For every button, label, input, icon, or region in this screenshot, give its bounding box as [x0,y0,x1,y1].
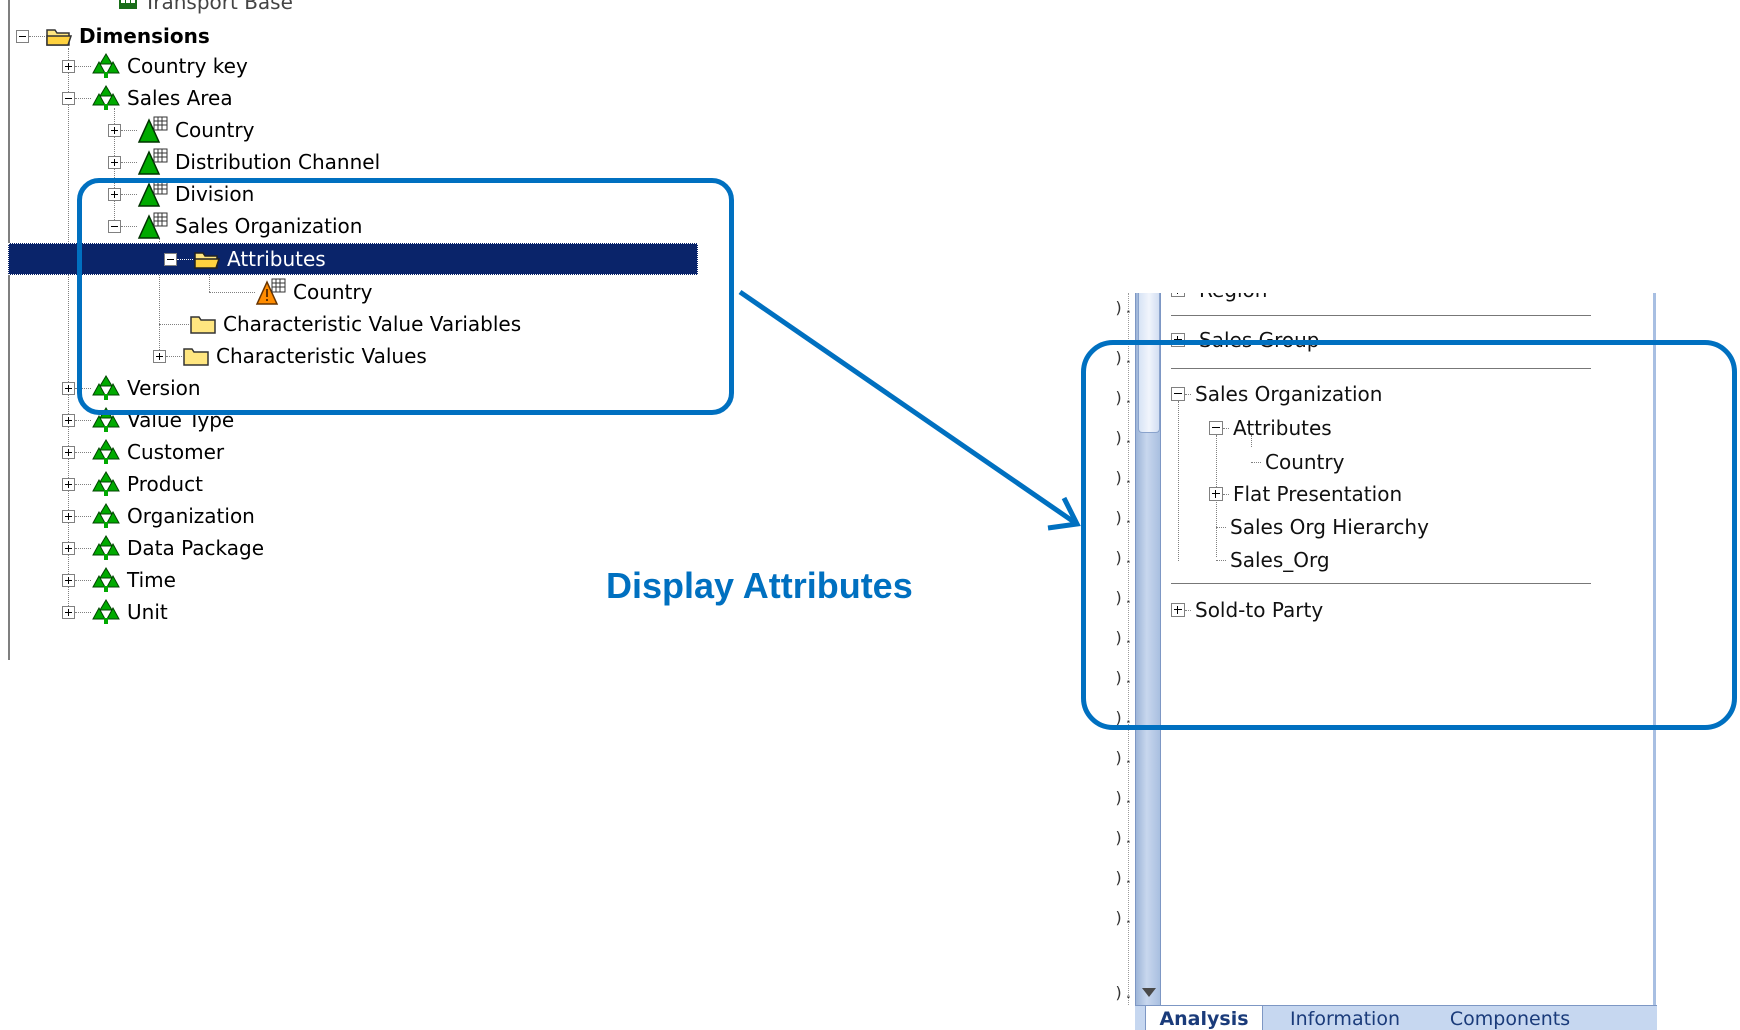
gutter-mark: ). [1114,983,1134,1002]
arrow-head-icon [1047,496,1081,531]
dimension-icon [91,503,121,529]
gutter-mark: ). [1114,828,1134,847]
tree-row-partial: Transport Base [118,0,293,18]
key-figure-icon [118,0,138,10]
expand-icon[interactable] [62,381,75,395]
characteristic-icon [137,148,169,176]
tree-node-sales-area[interactable]: Sales Area [62,82,233,114]
tree-node-product[interactable]: Product [62,468,203,500]
collapse-icon[interactable] [62,91,75,105]
tree-node-region-partial[interactable]: Region [1171,293,1267,305]
expand-icon[interactable] [62,605,75,619]
dimension-icon [91,53,121,79]
expand-icon[interactable] [1171,293,1185,297]
gutter-mark: ). [1114,298,1134,317]
tree-node-country-key[interactable]: Country key [62,50,248,82]
tree-node-customer[interactable]: Customer [62,436,224,468]
tab-analysis[interactable]: Analysis [1145,1006,1263,1030]
dimension-icon [91,471,121,497]
dimension-icon [91,85,121,111]
collapse-icon[interactable] [16,29,29,43]
dimension-icon [91,439,121,465]
tree-label: Country key [127,54,248,78]
expand-icon[interactable] [108,155,121,169]
tree-node-unit[interactable]: Unit [62,596,168,628]
dimension-icon [91,599,121,625]
tree-label: Product [127,472,203,496]
tree-label: Time [127,568,176,592]
tree-label: Transport Base [144,0,293,14]
characteristic-icon [137,116,169,144]
tree-label: Region [1199,293,1267,302]
expand-icon[interactable] [62,413,75,427]
tab-information[interactable]: Information [1275,1006,1415,1030]
tree-node-country[interactable]: Country [108,114,254,146]
dimension-icon [91,567,121,593]
tree-label: Distribution Channel [175,150,381,174]
callout-highlight-left [77,178,734,415]
gutter-mark: ). [1114,748,1134,767]
tree-node-distribution-channel[interactable]: Distribution Channel [108,146,380,178]
callout-highlight-right [1081,340,1737,730]
dimension-icon [91,535,121,561]
tree-label: Customer [127,440,225,464]
tree-label: Unit [127,600,168,624]
gutter-mark: ). [1114,908,1134,927]
tree-node-time[interactable]: Time [62,564,176,596]
gutter-mark: ). [1114,788,1134,807]
tab-components[interactable]: Components [1435,1006,1585,1030]
panel-tab-bar: Analysis Information Components [1135,1005,1657,1030]
expand-icon[interactable] [62,541,75,555]
expand-icon[interactable] [62,509,75,523]
tree-label: Sales Area [127,86,233,110]
open-folder-icon [45,25,73,47]
tree-frame-border [8,0,10,660]
tree-label: Dimensions [79,24,210,48]
gutter-mark: ). [1114,868,1134,887]
caption: Display Attributes [606,565,913,606]
expand-icon[interactable] [62,477,75,491]
tree-label: Organization [127,504,255,528]
tree-label: Data Package [127,536,265,560]
tree-node-organization[interactable]: Organization [62,500,255,532]
separator [1171,315,1591,316]
tree-node-dimensions[interactable]: Dimensions [16,20,210,52]
expand-icon[interactable] [108,123,121,137]
scroll-down-arrow-icon[interactable] [1142,988,1156,997]
arrow-shaft [738,289,1076,525]
expand-icon[interactable] [62,445,75,459]
expand-icon[interactable] [62,59,75,73]
expand-icon[interactable] [62,573,75,587]
tree-node-data-package[interactable]: Data Package [62,532,264,564]
tree-label: Country [175,118,255,142]
